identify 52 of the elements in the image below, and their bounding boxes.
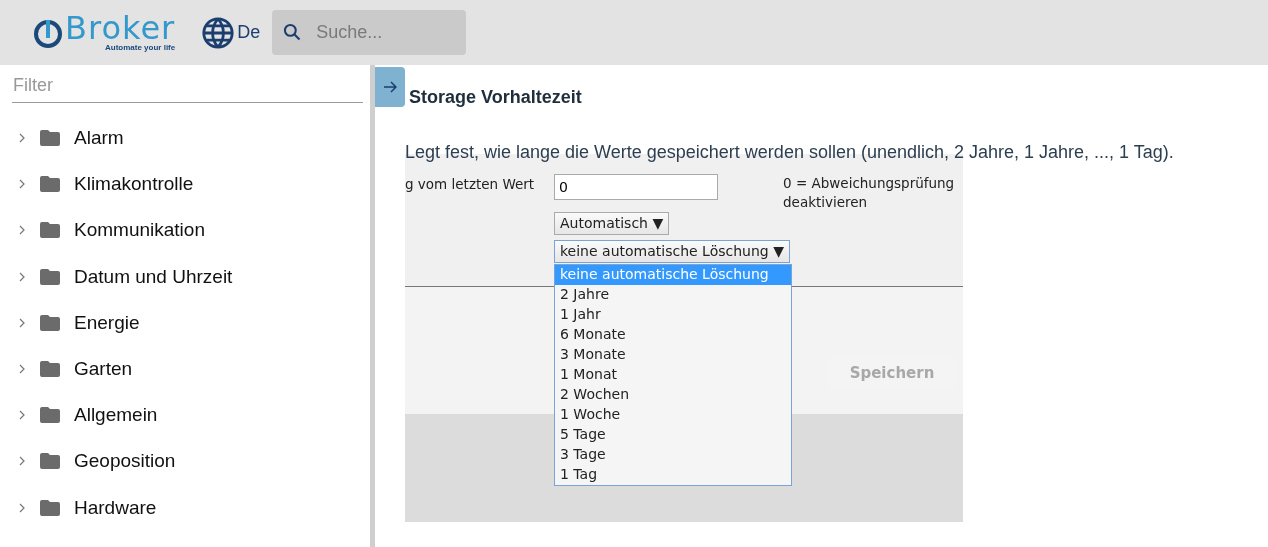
arrow-right-icon [383,81,397,93]
folder-icon [40,268,60,285]
tree-item-label: Alarm [74,127,124,150]
search-icon [282,22,303,42]
folder-icon [40,130,60,147]
tree-item-label: Garten [74,358,133,381]
tree-item[interactable]: Energie [12,299,358,346]
dropdown-option[interactable]: 2 Jahre [555,285,791,305]
folder-icon [40,407,60,424]
dropdown-option[interactable]: 1 Woche [555,405,791,425]
tree-item[interactable]: Kommunikation [12,207,358,254]
tree-item[interactable]: Hardware [12,484,358,531]
folder-icon [40,176,60,193]
dropdown-option[interactable]: 2 Wochen [555,385,791,405]
setting-description: Legt fest, wie lange die Werte gespeichert werden sollen (unendlich, 2 Jahre, 1 Jahre, ..., 1 Tag). [405,141,1175,163]
tree-item-label: Geoposition [74,450,176,473]
retention-select[interactable]: keine automatische Löschung ▼ [554,240,790,263]
tree-item-label: Datum und Uhrzeit [74,265,233,288]
tree-item[interactable]: Alarm [12,115,358,162]
language-label[interactable]: De [237,22,261,43]
dropdown-option[interactable]: 1 Monat [555,365,791,385]
tree-item-label: Klimakontrolle [74,173,194,196]
dropdown-option[interactable]: 6 Monate [555,325,791,345]
dropdown-option[interactable]: 1 Jahr [555,305,791,325]
dropdown-option[interactable]: 1 Tag [555,465,791,485]
folder-icon [40,453,60,470]
tree-item[interactable]: Garten [12,345,358,393]
tree-item[interactable]: Datum und Uhrzeit [12,253,358,300]
tree-item-label: Energie [74,311,140,334]
folder-icon [40,361,60,378]
search-field[interactable]: Suche... [272,10,467,55]
dropdown-option[interactable]: 3 Tage [555,445,791,465]
tree-item[interactable]: Geoposition [12,438,358,485]
dropdown-option[interactable]: 5 Tage [555,425,791,445]
tree-item-label: Allgemein [74,404,158,427]
folder-icon [40,222,60,239]
tree-item-label: Kommunikation [74,219,205,242]
tree-item[interactable]: Allgemein [12,392,358,439]
tree-item[interactable]: Klimakontrolle [12,161,358,208]
field-note: 0 = Abweichungsprüfung deaktivieren [783,174,956,212]
folder-icon [40,499,60,516]
mode-select[interactable]: Automatisch ▼ [554,212,670,235]
logo-name: Broker [65,13,176,43]
dropdown-option[interactable]: 3 Monate [555,345,791,365]
setting-title: Storage Vorhaltezeit [409,87,583,108]
folder-icon [40,314,60,331]
value-input-field[interactable]: 0 [554,174,718,200]
logo-tagline: Automate your life [105,43,176,52]
globe-icon[interactable] [201,15,236,50]
tree-item-label: Hardware [74,496,157,519]
collapse-toggle-button[interactable] [375,67,405,107]
field-label: g vom letzten Wert [405,175,536,194]
